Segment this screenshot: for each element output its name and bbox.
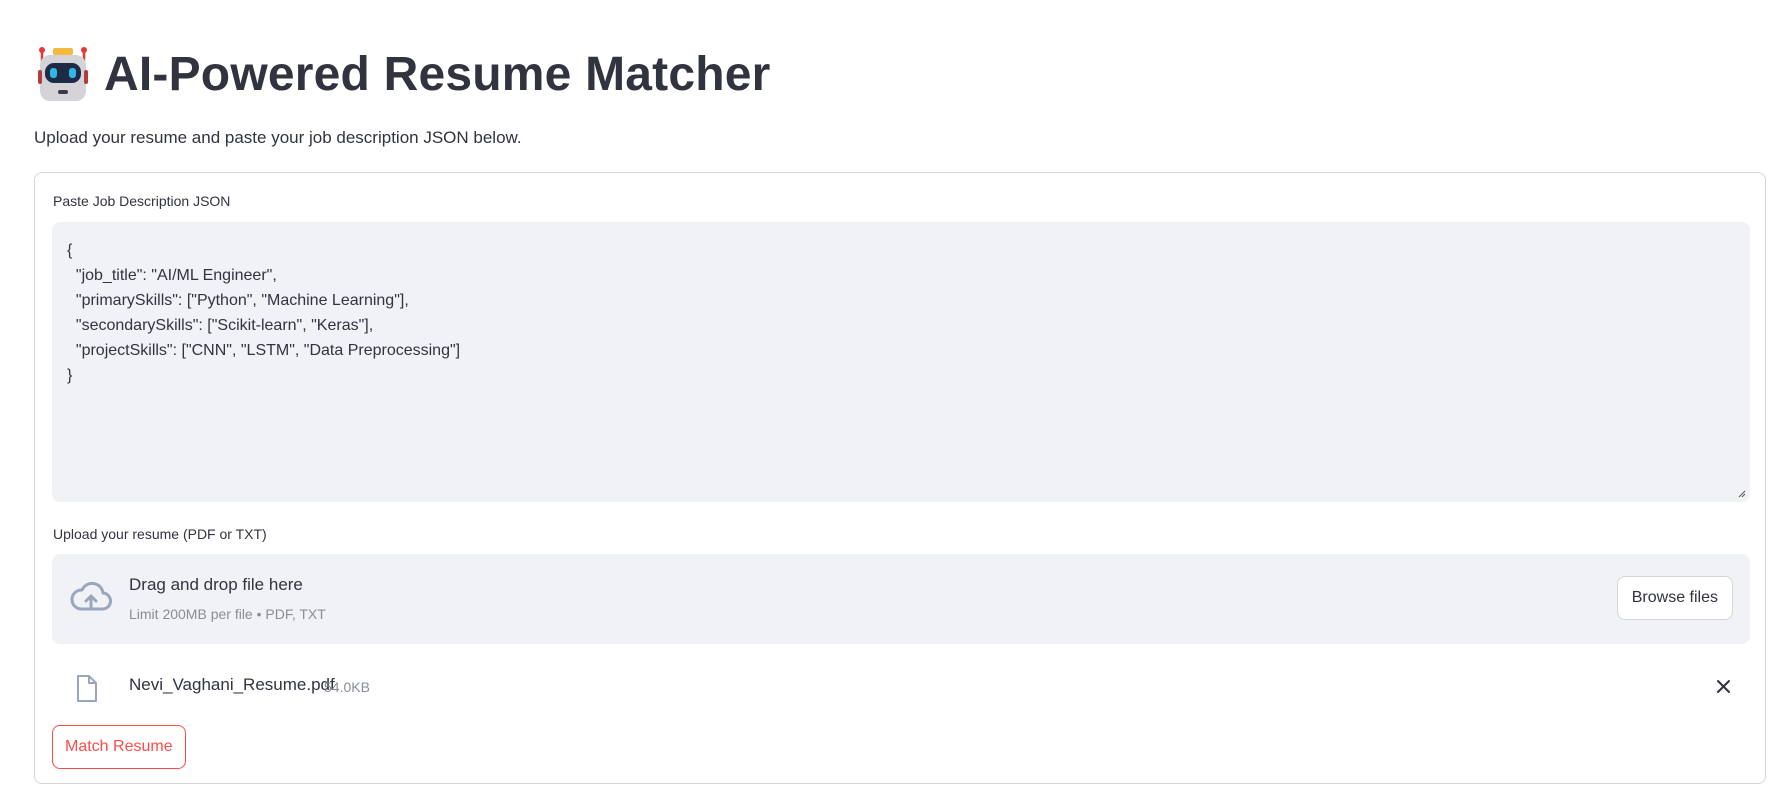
cloud-upload-icon (70, 581, 112, 611)
page-header: AI-Powered Resume Matcher (36, 46, 771, 102)
job-description-textarea[interactable]: { "job_title": "AI/ML Engineer", "primar… (52, 222, 1750, 502)
resume-upload-label: Upload your resume (PDF or TXT) (53, 526, 267, 542)
close-icon[interactable] (1715, 678, 1732, 695)
browse-files-button[interactable]: Browse files (1616, 576, 1733, 620)
page-title: AI-Powered Resume Matcher (104, 47, 771, 101)
dropzone-title: Drag and drop file here (129, 575, 303, 594)
uploaded-file-row: Nevi_Vaghani_Resume.pdf 54.0KB (52, 661, 1750, 711)
resize-handle-icon[interactable] (1738, 490, 1746, 498)
uploaded-file-name: Nevi_Vaghani_Resume.pdf (129, 675, 335, 694)
dropzone-limit-text: Limit 200MB per file • PDF, TXT (129, 606, 326, 622)
app-page: AI-Powered Resume Matcher Upload your re… (0, 0, 1771, 791)
page-subtitle: Upload your resume and paste your job de… (34, 128, 522, 147)
match-resume-button[interactable]: Match Resume (52, 725, 186, 769)
file-dropzone[interactable]: Drag and drop file here Limit 200MB per … (52, 554, 1750, 644)
matcher-form: Paste Job Description JSON { "job_title"… (34, 172, 1766, 784)
uploaded-file-size: 54.0KB (324, 679, 370, 695)
file-icon (77, 675, 97, 702)
job-description-label: Paste Job Description JSON (53, 193, 231, 209)
robot-icon (38, 47, 88, 101)
